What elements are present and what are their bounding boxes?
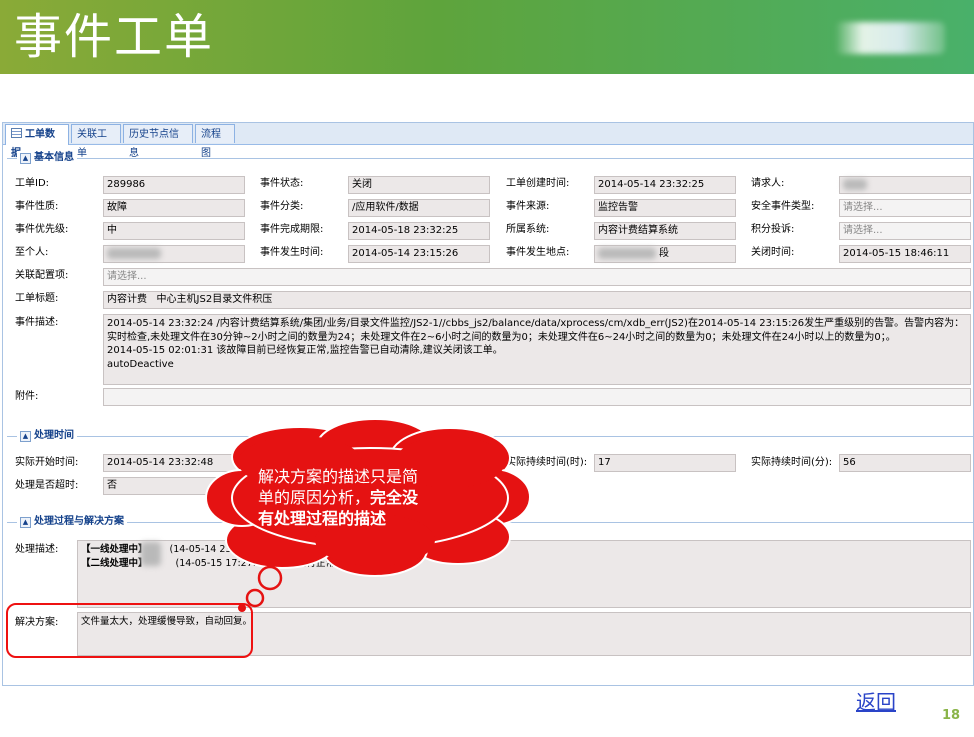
occur-time-label: 事件发生时间: (260, 247, 324, 258)
section-basic-header[interactable]: ▲ 基本信息 (17, 151, 77, 165)
occur-place-label: 事件发生地点: (506, 247, 570, 258)
complaint-select[interactable]: 请选择... (839, 222, 971, 240)
section-process-header[interactable]: ▲ 处理过程与解决方案 (17, 515, 127, 529)
section-divider (7, 158, 973, 159)
redacted-assignee (107, 248, 161, 259)
slide-title: 事件工单 (14, 9, 215, 65)
tab-ticket-data[interactable]: 工单数据 (5, 124, 69, 159)
callout-text: 解决方案的描述只是简 单的原因分析，完全没 有处理过程的描述 (258, 467, 419, 528)
assignee-label: 至个人: (15, 247, 49, 258)
tab-flowchart[interactable]: 流程图 (195, 124, 235, 159)
source-field[interactable]: 监控告警 (594, 199, 736, 217)
subject-label: 工单标题: (15, 293, 59, 304)
system-label: 所属系统: (506, 224, 550, 235)
config-label: 关联配置项: (15, 270, 69, 281)
complaint-label: 积分投诉: (751, 224, 795, 235)
ticket-id-field[interactable]: 289986 (103, 176, 245, 194)
section-divider (7, 522, 973, 523)
start-time-field[interactable]: 2014-05-14 23:32:48 (103, 454, 245, 472)
process-desc-label: 处理描述: (15, 544, 59, 555)
description-textarea[interactable]: 2014-05-14 23:32:24 /内容计费结算系统/集团/业务/目录文件… (103, 314, 971, 385)
status-label: 事件状态: (260, 178, 304, 189)
tab-history-nodes[interactable]: 历史节点信息 (123, 124, 193, 159)
overtime-label: 处理是否超时: (15, 480, 79, 491)
overtime-field[interactable]: 否 (103, 477, 245, 495)
minutes-field[interactable]: 56 (839, 454, 971, 472)
solution-highlight-box (6, 603, 253, 658)
category-field[interactable]: /应用软件/数据 (348, 199, 490, 217)
form-icon (11, 128, 22, 138)
occur-time-field[interactable]: 2014-05-14 23:15:26 (348, 245, 490, 263)
section-time-header[interactable]: ▲ 处理时间 (17, 429, 77, 443)
redacted-requester (843, 179, 867, 190)
back-link[interactable]: 返回 (856, 686, 896, 715)
deadline-label: 事件完成期限: (260, 224, 324, 235)
security-type-select[interactable]: 请选择... (839, 199, 971, 217)
description-label: 事件描述: (15, 317, 59, 328)
minutes-label: 实际持续时间(分): (751, 457, 833, 468)
nature-field[interactable]: 故障 (103, 199, 245, 217)
status-field[interactable]: 关闭 (348, 176, 490, 194)
hours-label: 实际持续时间(时): (506, 457, 588, 468)
requester-label: 请求人: (751, 178, 785, 189)
collapse-icon: ▲ (20, 153, 31, 164)
collapse-icon: ▲ (20, 431, 31, 442)
close-time-field[interactable]: 2014-05-15 18:46:11 (839, 245, 971, 263)
attachment-field[interactable] (103, 388, 971, 406)
hours-field[interactable]: 17 (594, 454, 736, 472)
category-label: 事件分类: (260, 201, 304, 212)
priority-label: 事件优先级: (15, 224, 69, 235)
source-label: 事件来源: (506, 201, 550, 212)
page-number: 18 (942, 708, 961, 723)
tab-bar: 工单数据 关联工单 历史节点信息 流程图 (3, 123, 973, 159)
priority-field[interactable]: 中 (103, 222, 245, 240)
redacted-place (598, 248, 656, 259)
created-label: 工单创建时间: (506, 178, 570, 189)
slide-header: 事件工单 (0, 0, 974, 74)
blurred-logo (835, 22, 945, 54)
config-select[interactable]: 请选择... (103, 268, 971, 286)
collapse-icon: ▲ (20, 517, 31, 528)
ticket-form-panel: 工单数据 关联工单 历史节点信息 流程图 ▲ 基本信息 工单ID: 289986 … (2, 122, 974, 686)
system-field[interactable]: 内容计费结算系统 (594, 222, 736, 240)
deadline-field[interactable]: 2014-05-18 23:32:25 (348, 222, 490, 240)
close-time-label: 关闭时间: (751, 247, 795, 258)
attachment-label: 附件: (15, 391, 39, 402)
section-divider (7, 436, 973, 437)
tab-related-tickets[interactable]: 关联工单 (71, 124, 121, 159)
process-desc-textarea[interactable]: 【一线处理中】 (14-05-14 23:32:44): 请处理。 【二线处理中】… (77, 540, 971, 608)
nature-label: 事件性质: (15, 201, 59, 212)
security-type-label: 安全事件类型: (751, 201, 815, 212)
start-time-label: 实际开始时间: (15, 457, 79, 468)
created-field[interactable]: 2014-05-14 23:32:25 (594, 176, 736, 194)
ticket-id-label: 工单ID: (15, 178, 50, 189)
subject-field[interactable]: 内容计费 中心主机JS2目录文件积压 (103, 291, 971, 309)
redacted-handler (141, 542, 161, 566)
